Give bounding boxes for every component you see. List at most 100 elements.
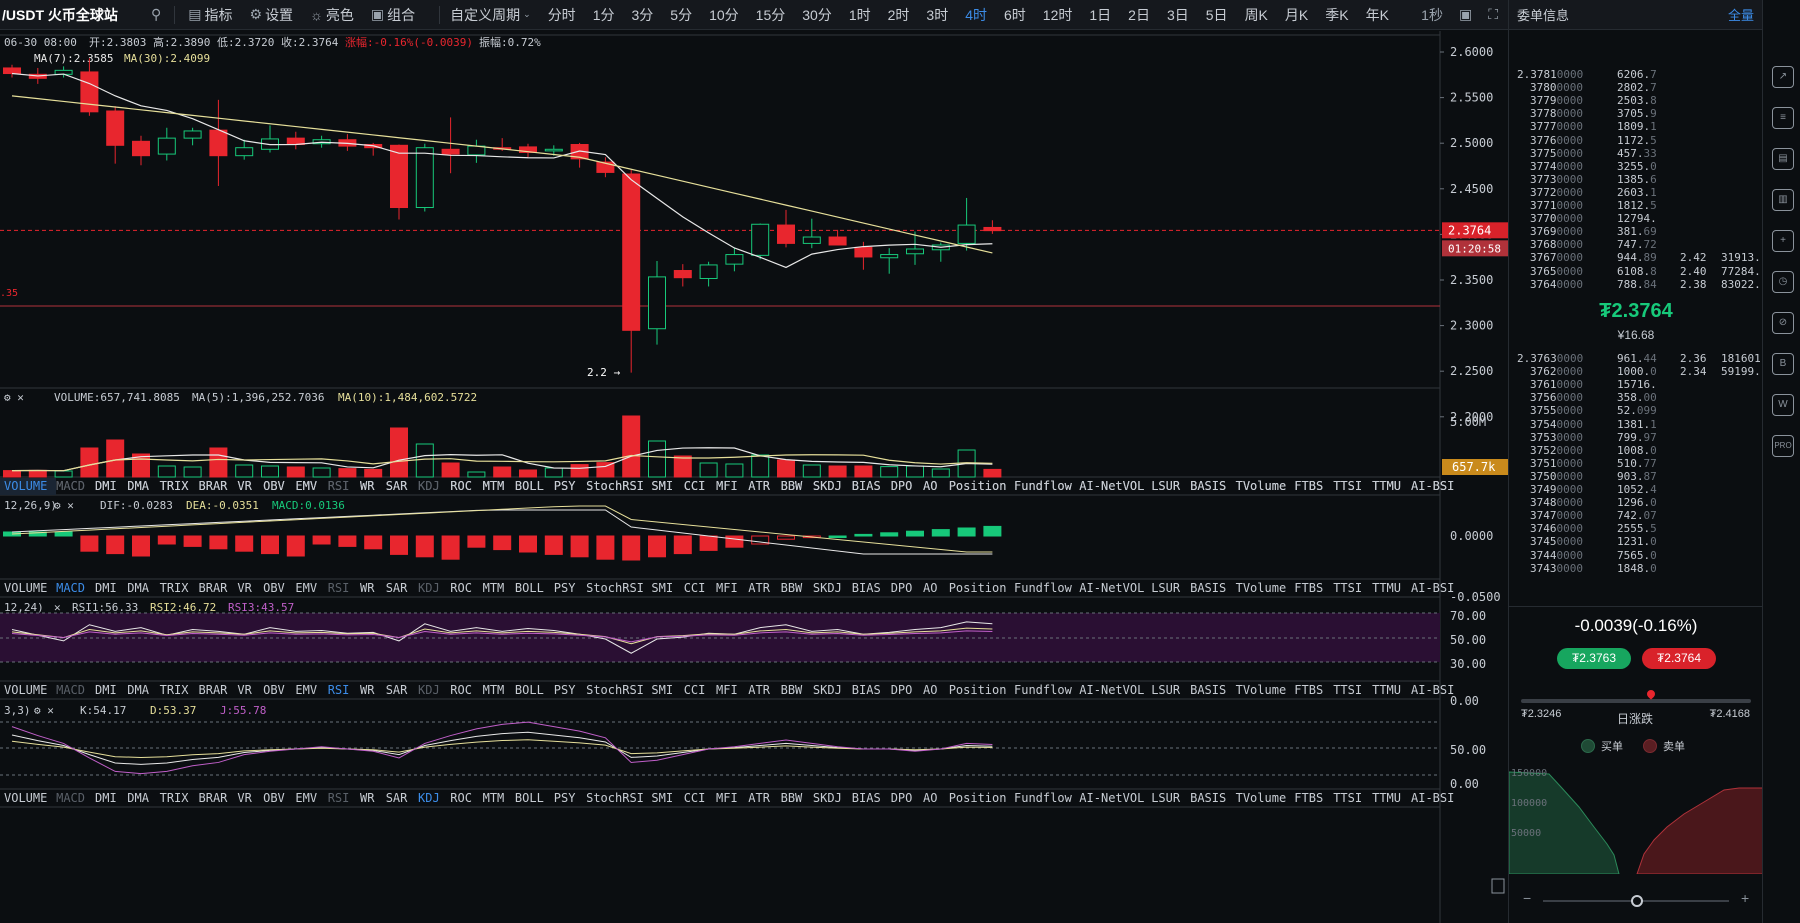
indicator-tab-EMV[interactable]: EMV [295,683,317,697]
indicator-tab-TTMU[interactable]: TTMU [1372,683,1401,697]
indicator-tab-BRAR[interactable]: BRAR [199,479,229,493]
orderbook-row[interactable]: 37740000 3255.0 [1509,160,1763,173]
interval-季K[interactable]: 季K [1325,5,1348,25]
orderbook-row[interactable]: 37680000 747.72 [1509,238,1763,251]
interval-月K[interactable]: 月K [1285,5,1308,25]
indicator-tab-ROC[interactable]: ROC [450,581,472,595]
indicator-tab-StochRSI[interactable]: StochRSI [586,581,644,595]
orderbook-row[interactable]: 37490000 1052.4 [1509,483,1763,496]
orderbook-row[interactable]: 37800000 2802.7 [1509,81,1763,94]
indicator-tab-MFI[interactable]: MFI [716,479,738,493]
orderbook-row[interactable]: 37550000 52.099 [1509,404,1763,417]
indicator-tab-VOLUME[interactable]: VOLUME [4,791,47,805]
interval-周K[interactable]: 周K [1245,5,1268,25]
indicator-tab-TTSI[interactable]: TTSI [1333,791,1362,805]
indicator-tab-Fundflow[interactable]: Fundflow [1014,683,1073,697]
orderbook-row[interactable]: 37640000 788.84 2.38 83022. [1509,278,1763,291]
indicator-tab-FTBS[interactable]: FTBS [1294,791,1323,805]
indicator-tab-LSUR[interactable]: LSUR [1151,479,1181,493]
indicator-tab-TRIX[interactable]: TRIX [160,683,190,697]
indicator-tab-FTBS[interactable]: FTBS [1294,683,1323,697]
interval-5分[interactable]: 5分 [670,5,692,25]
interval-15分[interactable]: 15分 [756,5,786,25]
indicator-tab-CCI[interactable]: CCI [684,479,706,493]
indicator-tab-StochRSI[interactable]: StochRSI [586,791,644,805]
pane-settings-icon[interactable]: ⚙ ✕ [34,704,54,717]
interval-分时[interactable]: 分时 [548,5,576,25]
indicator-tab-Fundflow[interactable]: Fundflow [1014,791,1073,805]
orderbook-row[interactable]: 37790000 2503.8 [1509,94,1763,107]
indicator-tab-DPO[interactable]: DPO [891,581,913,595]
indicator-tab-AI-BSI[interactable]: AI-BSI [1411,479,1454,493]
interval-1分[interactable]: 1分 [593,5,615,25]
indicator-tab-AI-BSI[interactable]: AI-BSI [1411,581,1454,595]
indicator-tab-FTBS[interactable]: FTBS [1294,479,1323,493]
indicator-tab-SKDJ[interactable]: SKDJ [813,479,842,493]
indicator-tab-DMI[interactable]: DMI [95,479,117,493]
document-icon[interactable]: ≡ [1772,107,1794,129]
indicator-tab-TVolume[interactable]: TVolume [1236,479,1287,493]
bar-chart-icon[interactable]: ▥ [1772,189,1794,211]
indicator-tab-ATR[interactable]: ATR [748,791,770,805]
indicator-tab-SKDJ[interactable]: SKDJ [813,791,842,805]
indicator-tab-TTMU[interactable]: TTMU [1372,479,1401,493]
indicator-tab-MTM[interactable]: MTM [483,791,505,805]
best-bid-button[interactable]: ₮2.3763 [1557,648,1631,669]
indicator-tab-VR[interactable]: VR [237,791,252,805]
indicator-tab-FTBS[interactable]: FTBS [1294,581,1323,595]
interval-年K[interactable]: 年K [1366,5,1389,25]
indicator-tab-EMV[interactable]: EMV [295,581,317,595]
chart-area[interactable]: 06-30 08:00 开:2.3803 高:2.3890 低:2.3720 收:2.3… [0,31,1508,923]
indicator-tab-MFI[interactable]: MFI [716,581,738,595]
indicator-tab-SMI[interactable]: SMI [651,479,673,493]
indicator-tab-Fundflow[interactable]: Fundflow [1014,479,1073,493]
clock-icon[interactable]: ◷ [1772,271,1794,293]
indicator-tab-KDJ[interactable]: KDJ [418,581,440,595]
indicator-tab-OBV[interactable]: OBV [263,683,285,697]
orderbook-row[interactable]: 37730000 1385.6 [1509,173,1763,186]
zoom-slider-handle[interactable] [1631,895,1643,907]
indicator-tab-BRAR[interactable]: BRAR [199,581,229,595]
orderbook-row[interactable]: 37500000 903.87 [1509,470,1763,483]
indicator-tab-BASIS[interactable]: BASIS [1190,581,1226,595]
indicator-tab-DMA[interactable]: DMA [127,683,149,697]
indicator-tab-MFI[interactable]: MFI [716,683,738,697]
indicator-tab-TVolume[interactable]: TVolume [1236,581,1287,595]
indicator-tab-BBW[interactable]: BBW [781,791,803,805]
combo-button[interactable]: ▣ 组合 [368,5,415,25]
indicator-tab-KDJ[interactable]: KDJ [418,479,440,493]
orderbook-row[interactable]: 37720000 2603.1 [1509,186,1763,199]
indicator-tab-BASIS[interactable]: BASIS [1190,683,1226,697]
indicator-tab-StochRSI[interactable]: StochRSI [586,683,644,697]
indicator-tab-VR[interactable]: VR [237,581,252,595]
indicator-tab-SAR[interactable]: SAR [386,791,408,805]
indicator-tab-EMV[interactable]: EMV [295,791,317,805]
orderbook-row[interactable]: 37610000 15716. [1509,378,1763,391]
indicator-tab-DMI[interactable]: DMI [95,683,117,697]
indicator-tab-AI-NetVOL[interactable]: AI-NetVOL [1079,791,1144,805]
pane-settings-icon[interactable]: ⚙ ✕ [54,499,74,512]
indicator-tab-TVolume[interactable]: TVolume [1236,683,1287,697]
indicator-tab-ATR[interactable]: ATR [748,581,770,595]
indicator-tab-DMA[interactable]: DMA [127,479,149,493]
indicator-tab-TTMU[interactable]: TTMU [1372,791,1401,805]
indicator-tab-BIAS[interactable]: BIAS [852,581,881,595]
indicator-tab-ATR[interactable]: ATR [748,683,770,697]
orderbook-row[interactable]: 37700000 12794. [1509,212,1763,225]
indicator-tab-TVolume[interactable]: TVolume [1236,791,1287,805]
custom-period-dropdown[interactable]: 自定义周期 ⌄ [450,5,534,25]
indicator-tab-BRAR[interactable]: BRAR [199,683,229,697]
orderbook-row[interactable]: 37670000 944.89 2.42 31913. [1509,251,1763,264]
indicator-tab-AO[interactable]: AO [923,683,937,697]
indicator-tab-BASIS[interactable]: BASIS [1190,791,1226,805]
indicator-tab-EMV[interactable]: EMV [295,479,317,493]
indicator-tab-OBV[interactable]: OBV [263,791,285,805]
pane-close-icon[interactable]: ✕ [54,601,61,614]
settings-button[interactable]: ⚙ 设置 [247,5,294,25]
indicator-tab-CCI[interactable]: CCI [684,683,706,697]
indicator-tab-LSUR[interactable]: LSUR [1151,791,1181,805]
indicator-tab-MACD[interactable]: MACD [56,791,85,805]
refresh-rate[interactable]: 1秒 [1421,5,1443,25]
indicator-tab-VOLUME[interactable]: VOLUME [4,581,47,595]
indicator-tab-MTM[interactable]: MTM [483,683,505,697]
